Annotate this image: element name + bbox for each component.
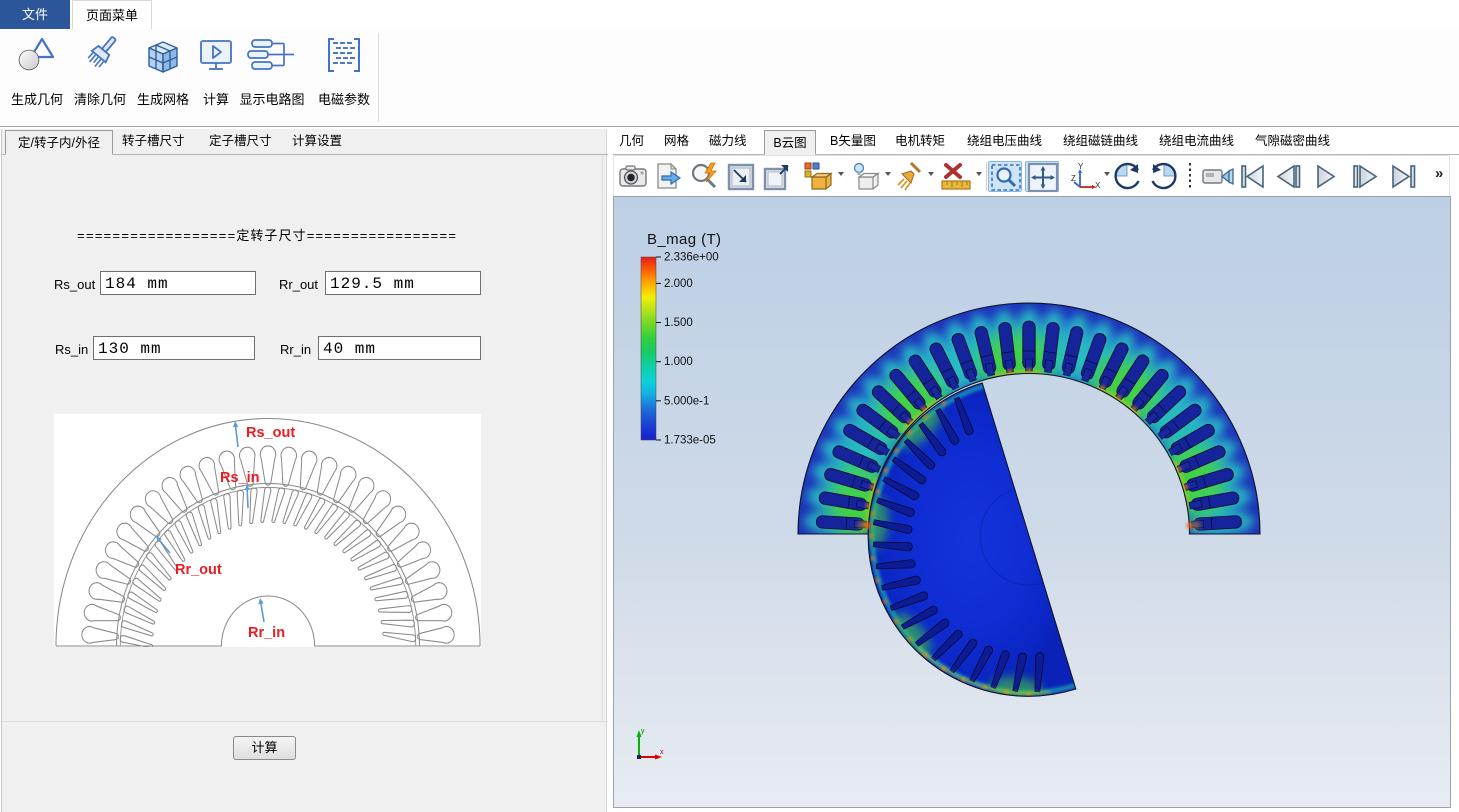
svg-text:B_mag (T): B_mag (T) bbox=[647, 231, 721, 248]
svg-text:Rr_in: Rr_in bbox=[248, 625, 285, 641]
svg-text:Z: Z bbox=[1071, 174, 1076, 183]
svg-text:Rs_in: Rs_in bbox=[220, 470, 260, 486]
svg-text:2.000: 2.000 bbox=[664, 278, 693, 290]
svg-text:x: x bbox=[660, 749, 664, 756]
svg-text:5.000e-1: 5.000e-1 bbox=[664, 395, 709, 407]
svg-text:y: y bbox=[641, 728, 645, 735]
svg-text:X: X bbox=[1095, 181, 1101, 190]
svg-text:1.733e-05: 1.733e-05 bbox=[664, 435, 716, 447]
svg-text:Rs_out: Rs_out bbox=[246, 425, 295, 441]
svg-text:Y: Y bbox=[1078, 162, 1084, 171]
svg-text:Rr_out: Rr_out bbox=[175, 562, 222, 578]
svg-text:2.336e+00: 2.336e+00 bbox=[664, 252, 719, 264]
svg-text:1.000: 1.000 bbox=[664, 356, 693, 368]
svg-text:1.500: 1.500 bbox=[664, 317, 693, 329]
